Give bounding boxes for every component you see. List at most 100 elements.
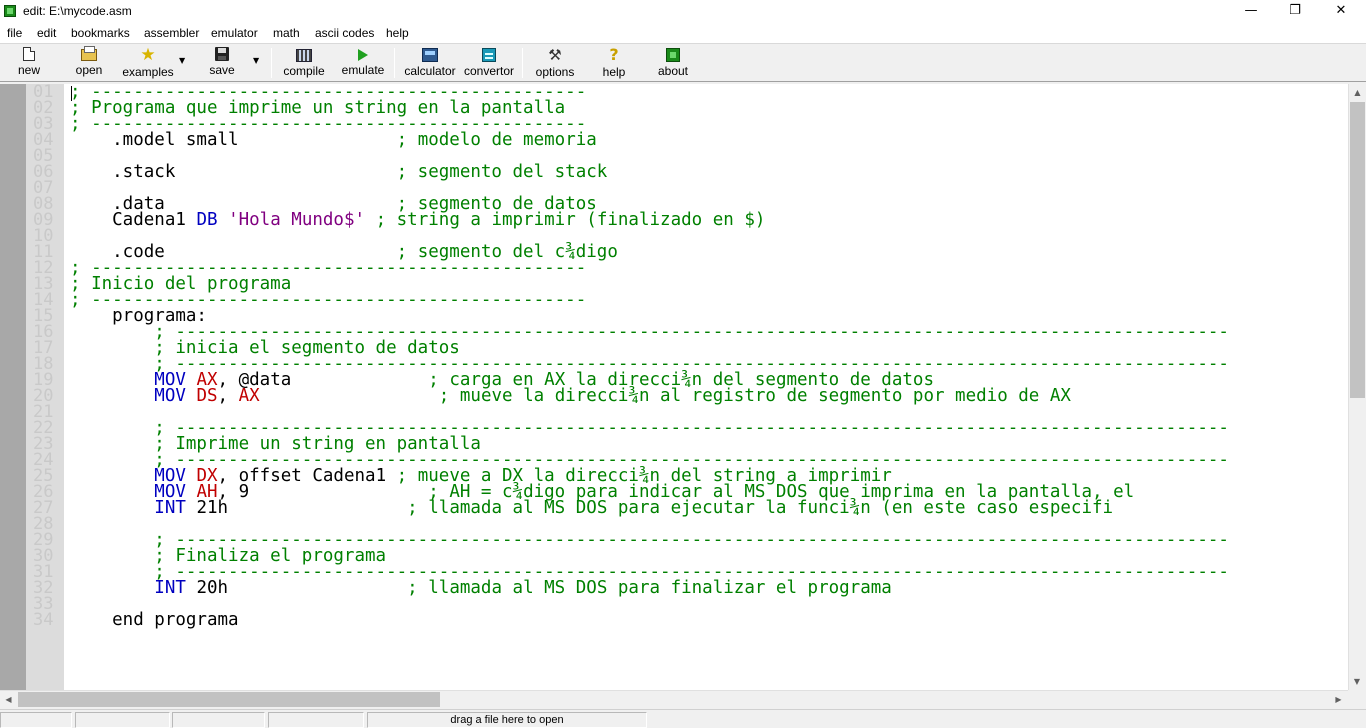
code-token: ; llamada al MS DOS para ejecutar la fun… xyxy=(228,498,1114,518)
scroll-left-arrow-icon[interactable]: ◀ xyxy=(0,691,17,708)
toolbar-separator xyxy=(522,48,523,78)
save-label: save xyxy=(209,63,235,77)
code-line[interactable]: MOV DS, AX ; mueve la direcci¾n al regis… xyxy=(70,386,1071,406)
code-token: end programa xyxy=(70,610,239,630)
code-token: INT xyxy=(154,498,186,518)
code-token: ; modelo de memoria xyxy=(238,130,597,150)
code-line[interactable]: INT 20h ; llamada al MS DOS para finaliz… xyxy=(70,578,892,598)
help-label: help xyxy=(602,65,626,79)
vertical-scroll-thumb[interactable] xyxy=(1350,102,1365,398)
toolbar-separator xyxy=(394,48,395,78)
window-title: edit: E:\mycode.asm xyxy=(23,4,132,18)
save-dropdown-arrow[interactable]: ▼ xyxy=(253,56,259,65)
code-token: ; mueve la direcci¾n al registro de segm… xyxy=(259,386,1071,406)
compile-icon xyxy=(296,49,312,62)
drop-hint: drag a file here to open xyxy=(367,712,647,728)
new-label: new xyxy=(17,63,40,77)
menu-emulator[interactable]: emulator xyxy=(211,26,258,40)
text-caret xyxy=(71,86,72,101)
horizontal-scroll-thumb[interactable] xyxy=(18,692,440,707)
app-icon xyxy=(4,5,16,17)
help-icon: ? xyxy=(609,45,619,64)
code-line[interactable]: INT 21h ; llamada al MS DOS para ejecuta… xyxy=(70,498,1114,518)
compile-label: compile xyxy=(283,64,325,78)
emulate-label: emulate xyxy=(341,63,385,77)
status-panel-2 xyxy=(75,712,170,728)
code-token: ; llamada al MS DOS para finalizar el pr… xyxy=(228,578,892,598)
scrollbar-corner xyxy=(1348,690,1366,708)
code-token: .model small xyxy=(70,130,239,150)
code-token: Cadena1 xyxy=(70,210,197,230)
floppy-disk-icon xyxy=(215,47,229,61)
code-token: ; string a imprimir (finalizado en $) xyxy=(365,210,766,230)
vertical-scrollbar[interactable]: ▲ xyxy=(1348,84,1366,690)
emu8086-editor-window: edit: E:\mycode.asm — ❐ ✕ file edit book… xyxy=(0,0,1366,728)
menu-math[interactable]: math xyxy=(273,26,300,40)
line-number: 34 xyxy=(33,610,54,630)
code-token: INT xyxy=(154,578,186,598)
maximize-button[interactable]: ❐ xyxy=(1272,0,1318,23)
save-button[interactable]: save xyxy=(204,46,240,80)
horizontal-scrollbar[interactable]: ◀ ▶ xyxy=(0,690,1348,708)
options-label: options xyxy=(535,65,575,79)
emulate-button[interactable]: emulate xyxy=(338,46,388,80)
status-panel-4 xyxy=(268,712,364,728)
help-button[interactable]: ? help xyxy=(598,46,630,80)
examples-dropdown-arrow[interactable]: ▼ xyxy=(179,56,185,65)
menu-bookmarks[interactable]: bookmarks xyxy=(71,26,130,40)
convertor-button[interactable]: convertor xyxy=(462,46,516,80)
new-button[interactable]: new xyxy=(12,46,46,80)
scroll-right-arrow-icon[interactable]: ▶ xyxy=(1330,691,1347,708)
status-panel-3 xyxy=(172,712,265,728)
about-label: about xyxy=(657,64,689,78)
menu-assembler[interactable]: assembler xyxy=(144,26,199,40)
menu-ascii-codes[interactable]: ascii codes xyxy=(315,26,374,40)
code-token: 21h xyxy=(185,498,229,518)
status-panel-1 xyxy=(0,712,72,728)
code-token: 20h xyxy=(185,578,229,598)
calculator-button[interactable]: calculator xyxy=(402,46,458,80)
about-button[interactable]: about xyxy=(654,46,692,80)
code-line[interactable]: end programa xyxy=(70,610,239,630)
menu-edit[interactable]: edit xyxy=(37,26,56,40)
examples-button[interactable]: ★ examples xyxy=(120,46,176,80)
examples-label: examples xyxy=(122,65,174,79)
folder-open-icon xyxy=(81,46,97,61)
code-editor[interactable]: 01 02 03 04 05 06 07 08 09 10 11 12 13 14 15 16 17 18 19 20… xyxy=(0,83,1366,692)
code-line[interactable]: .stack ; segmento del stack xyxy=(70,162,608,182)
code-line[interactable]: .model small ; modelo de memoria xyxy=(70,130,597,150)
bookmark-margin[interactable] xyxy=(0,84,26,692)
minimize-button[interactable]: — xyxy=(1228,0,1274,23)
code-token: .stack xyxy=(70,162,176,182)
new-file-icon xyxy=(23,47,35,61)
play-icon xyxy=(358,49,368,61)
code-token: ; segmento del stack xyxy=(175,162,608,182)
compile-button[interactable]: compile xyxy=(280,46,328,80)
toolbar-separator xyxy=(271,48,272,78)
toolbar: new open ★ examples ▼ save ▼ compile emu… xyxy=(0,43,1366,82)
convertor-icon xyxy=(482,48,496,62)
code-token: DB xyxy=(196,210,218,230)
calculator-label: calculator xyxy=(404,64,456,78)
open-button[interactable]: open xyxy=(70,46,108,80)
status-bar: drag a file here to open xyxy=(0,709,1366,728)
menu-file[interactable]: file xyxy=(7,26,22,40)
code-token: DS xyxy=(196,386,218,406)
menu-help[interactable]: help xyxy=(386,26,409,40)
chip-icon xyxy=(666,48,680,62)
options-button[interactable]: ⚒ options xyxy=(532,46,578,80)
star-icon: ★ xyxy=(140,45,156,65)
close-button[interactable]: ✕ xyxy=(1318,0,1364,23)
scroll-down-arrow-icon[interactable]: ▼ xyxy=(1348,674,1366,690)
code-line[interactable]: Cadena1 DB 'Hola Mundo$' ; string a impr… xyxy=(70,210,766,230)
scroll-up-arrow-icon[interactable]: ▲ xyxy=(1349,84,1366,101)
title-bar: edit: E:\mycode.asm — ❐ ✕ xyxy=(0,0,1366,23)
open-label: open xyxy=(75,63,103,77)
calculator-icon xyxy=(422,48,438,62)
code-token: AX xyxy=(238,386,260,406)
convertor-label: convertor xyxy=(463,64,515,78)
menu-bar: file edit bookmarks assembler emulator m… xyxy=(0,23,1366,43)
